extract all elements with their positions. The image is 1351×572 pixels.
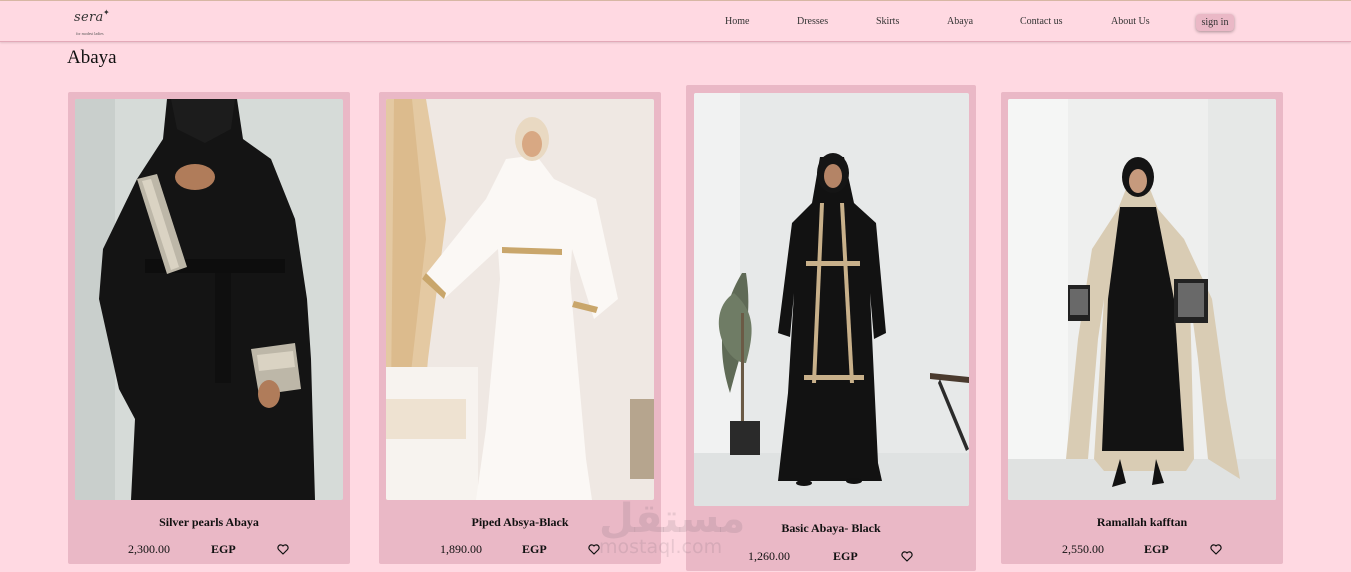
product-currency: EGP (1144, 542, 1169, 556)
sparkle-icon: ✦ (103, 8, 110, 17)
product-currency: EGP (833, 549, 858, 563)
product-image[interactable] (75, 99, 343, 500)
nav-dresses[interactable]: Dresses (797, 16, 828, 27)
product-name[interactable]: Piped Absya-Black (379, 515, 661, 530)
product-card[interactable]: Ramallah kafftan 2,550.00 EGP (1001, 92, 1283, 564)
product-photo-silver-pearls-abaya (75, 99, 343, 500)
product-name[interactable]: Basic Abaya- Black (686, 521, 976, 536)
product-image[interactable] (386, 99, 654, 500)
navbar: sera ✦ for modest ladies Home Dresses Sk… (0, 1, 1351, 42)
product-name[interactable]: Ramallah kafftan (1001, 515, 1283, 530)
product-photo-basic-abaya (694, 93, 969, 506)
nav-about-us[interactable]: About Us (1111, 16, 1150, 27)
nav-home[interactable]: Home (725, 16, 749, 27)
brand-tagline: for modest ladies (76, 31, 104, 36)
product-photo-piped-abaya (386, 99, 654, 500)
brand-logo[interactable]: sera ✦ for modest ladies (73, 7, 123, 37)
product-image[interactable] (1008, 99, 1276, 500)
product-name[interactable]: Silver pearls Abaya (68, 515, 350, 530)
heart-icon[interactable] (901, 551, 913, 562)
heart-icon[interactable] (1210, 544, 1222, 555)
brand-name: sera (74, 10, 104, 25)
product-price: 1,890.00 (440, 542, 482, 556)
product-card[interactable]: Basic Abaya- Black 1,260.00 EGP (686, 85, 976, 571)
nav-contact-us[interactable]: Contact us (1020, 16, 1063, 27)
product-price: 2,300.00 (128, 542, 170, 556)
nav-skirts[interactable]: Skirts (876, 16, 899, 27)
heart-icon[interactable] (277, 544, 289, 555)
sign-in-button[interactable]: sign in (1196, 14, 1234, 31)
heart-icon[interactable] (588, 544, 600, 555)
product-card[interactable]: Piped Absya-Black 1,890.00 EGP (379, 92, 661, 564)
product-price: 1,260.00 (748, 549, 790, 563)
product-currency: EGP (522, 542, 547, 556)
page-title: Abaya (67, 47, 117, 68)
product-card[interactable]: Silver pearls Abaya 2,300.00 EGP (68, 92, 350, 564)
nav-abaya[interactable]: Abaya (947, 16, 973, 27)
product-image[interactable] (694, 93, 969, 506)
product-price: 2,550.00 (1062, 542, 1104, 556)
product-photo-ramallah-kafftan (1008, 99, 1276, 500)
product-currency: EGP (211, 542, 236, 556)
